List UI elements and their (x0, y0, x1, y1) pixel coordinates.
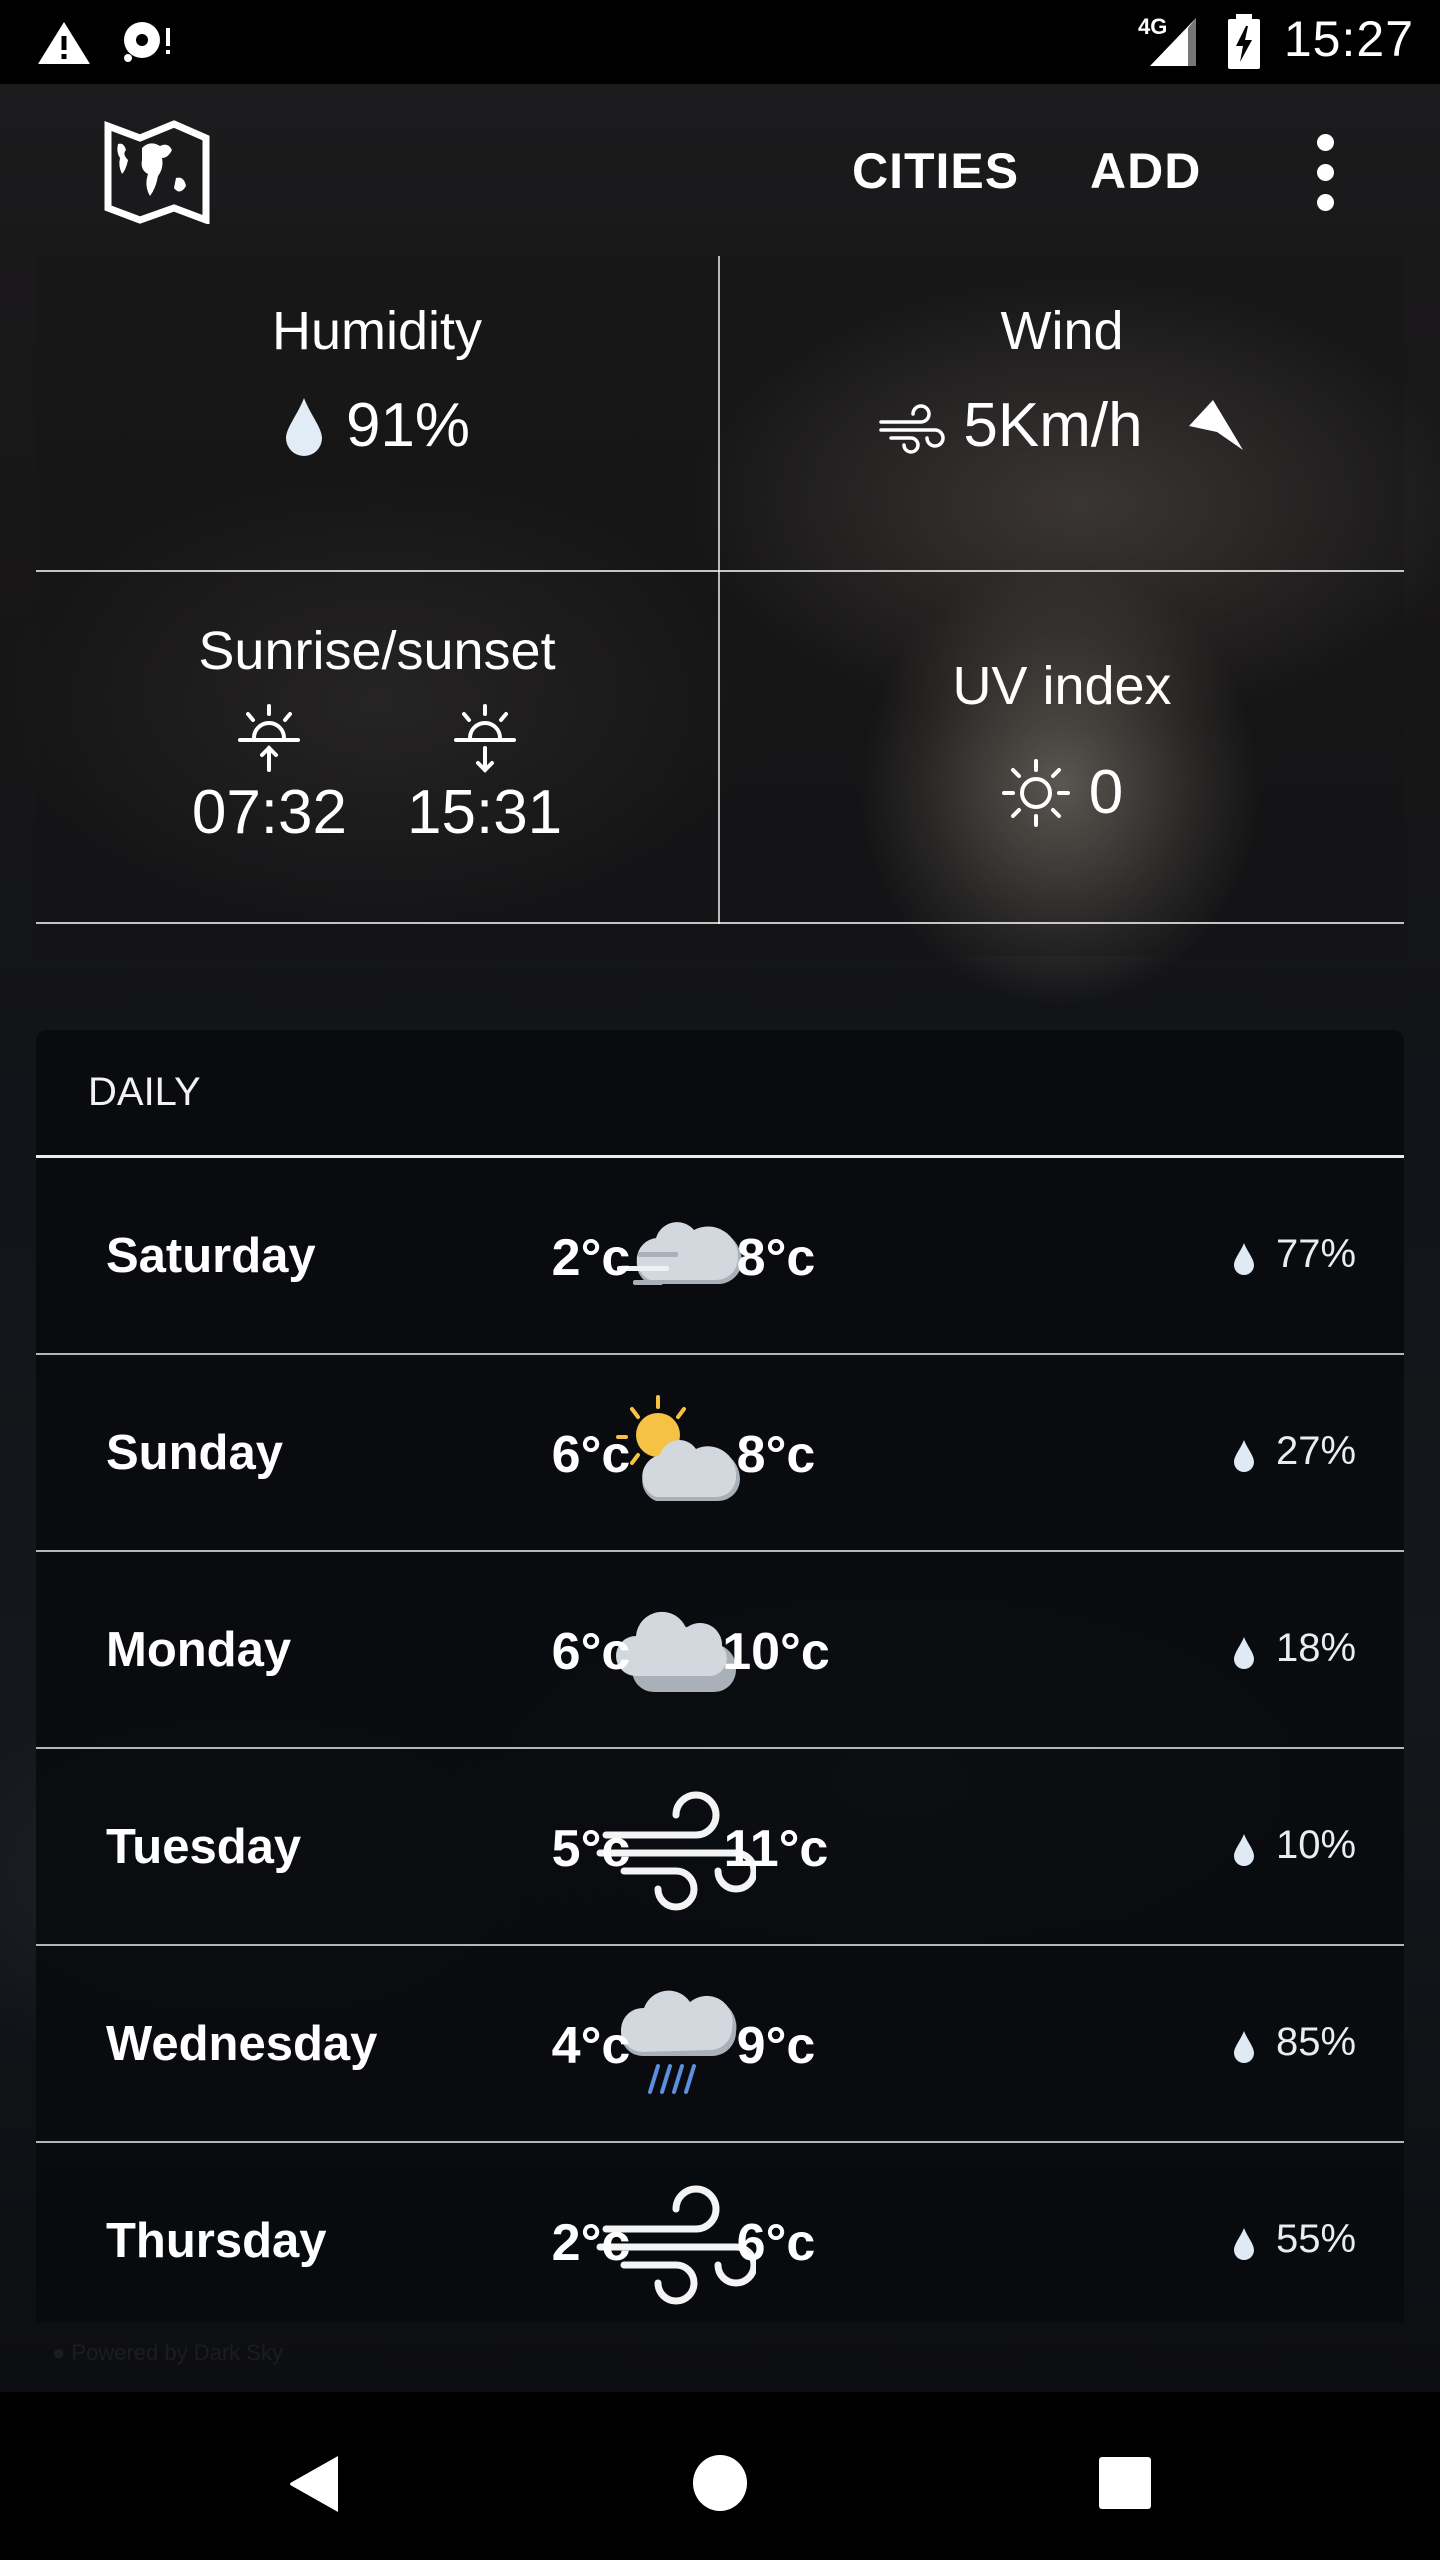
home-icon[interactable] (692, 2454, 748, 2512)
water-drop-icon (1234, 2228, 1254, 2260)
low-temp: 6°c (551, 1426, 631, 1484)
sunset-time: 15:31 (407, 778, 563, 847)
precip-chance: 10% (1276, 1823, 1357, 1867)
daily-row-wednesday[interactable]: Wednesday 4°c 9°c 85% (36, 1946, 1404, 2142)
divider (36, 922, 1404, 924)
app-bar (0, 84, 1440, 254)
daily-title: DAILY (88, 1070, 201, 1114)
precip-chance: 77% (1276, 1232, 1357, 1276)
sunrise-sunset-tile: Sunrise/sunset 07:32 15:31 (36, 620, 718, 848)
signal-icon (1150, 18, 1196, 66)
daily-row-monday[interactable]: Monday 6°c 10°c 18% (36, 1552, 1404, 1748)
world-map-icon[interactable] (104, 120, 210, 224)
sunset-icon (453, 704, 516, 773)
wind-icon (879, 403, 946, 454)
day-name: Tuesday (106, 1820, 302, 1874)
uv-index-value: 0 (1088, 758, 1124, 827)
water-drop-icon (1234, 1637, 1254, 1669)
day-name: Saturday (106, 1229, 316, 1283)
dark-sky-logo-icon: ● (52, 2340, 66, 2365)
precip-chance: 55% (1276, 2217, 1357, 2261)
wind-tile: Wind 5Km/h (720, 300, 1404, 461)
high-temp: 10°c (722, 1623, 830, 1681)
humidity-tile: Humidity 91% (36, 300, 718, 461)
add-button[interactable]: ADD (1090, 142, 1201, 200)
cities-button[interactable]: CITIES (852, 142, 1019, 200)
uv-index-tile: UV index 0 (720, 655, 1404, 828)
disc-alert-icon (124, 22, 170, 62)
wind-value: 5Km/h (963, 391, 1143, 460)
powered-by-label: Powered by Dark Sky (71, 2340, 283, 2365)
high-temp: 6°c (736, 2214, 816, 2272)
humidity-label: Humidity (271, 301, 483, 361)
high-temp: 8°c (736, 1426, 816, 1484)
powered-by-dark-sky[interactable]: ● Powered by Dark Sky (52, 2340, 283, 2366)
status-bar: 4G 15:27 (0, 0, 1440, 84)
water-drop-icon (1234, 1834, 1254, 1866)
recents-icon[interactable] (1098, 2456, 1152, 2510)
uv-index-label: UV index (952, 656, 1172, 716)
navigation-arrow-icon (1188, 399, 1243, 450)
clock: 15:27 (1283, 11, 1414, 67)
divider (36, 570, 1404, 572)
low-temp: 2°c (551, 2214, 631, 2272)
low-temp: 5°c (551, 1820, 631, 1878)
precip-chance: 27% (1276, 1429, 1357, 1473)
water-drop-icon (1234, 1440, 1254, 1472)
low-temp: 4°c (551, 2017, 631, 2075)
navigation-bar (0, 2392, 1440, 2560)
day-name: Monday (106, 1623, 292, 1677)
day-name: Thursday (106, 2214, 327, 2268)
humidity-value: 91% (345, 391, 471, 460)
high-temp: 11°c (723, 1820, 829, 1878)
warning-icon (38, 22, 90, 64)
high-temp: 8°c (736, 1229, 816, 1287)
water-drop-icon (1234, 2031, 1254, 2063)
more-vert-icon[interactable] (1310, 134, 1340, 214)
day-name: Sunday (106, 1426, 283, 1480)
day-name: Wednesday (106, 2017, 378, 2071)
back-icon[interactable] (286, 2454, 342, 2514)
low-temp: 6°c (551, 1623, 631, 1681)
sunrise-icon (238, 704, 301, 772)
daily-row-tuesday[interactable]: Tuesday 5°c 11°c 10% (36, 1749, 1404, 1945)
low-temp: 2°c (551, 1229, 631, 1287)
daily-row-thursday[interactable]: Thursday 2°c 6°c 55% (36, 2143, 1404, 2339)
wind-label: Wind (1000, 301, 1124, 361)
high-temp: 9°c (736, 2017, 816, 2075)
sunrise-sunset-label: Sunrise/sunset (198, 621, 556, 681)
precip-chance: 85% (1276, 2020, 1357, 2064)
daily-row-saturday[interactable]: Saturday 2°c 8°c 77% (36, 1158, 1404, 1354)
sun-icon (1001, 758, 1070, 827)
precip-chance: 18% (1276, 1626, 1357, 1670)
daily-row-sunday[interactable]: Sunday 6°c 8°c 27% (36, 1355, 1404, 1551)
water-drop-icon (1234, 1243, 1254, 1275)
water-drop-icon (285, 397, 322, 456)
battery-charging-icon (1228, 14, 1260, 69)
sunrise-time: 07:32 (191, 778, 347, 847)
